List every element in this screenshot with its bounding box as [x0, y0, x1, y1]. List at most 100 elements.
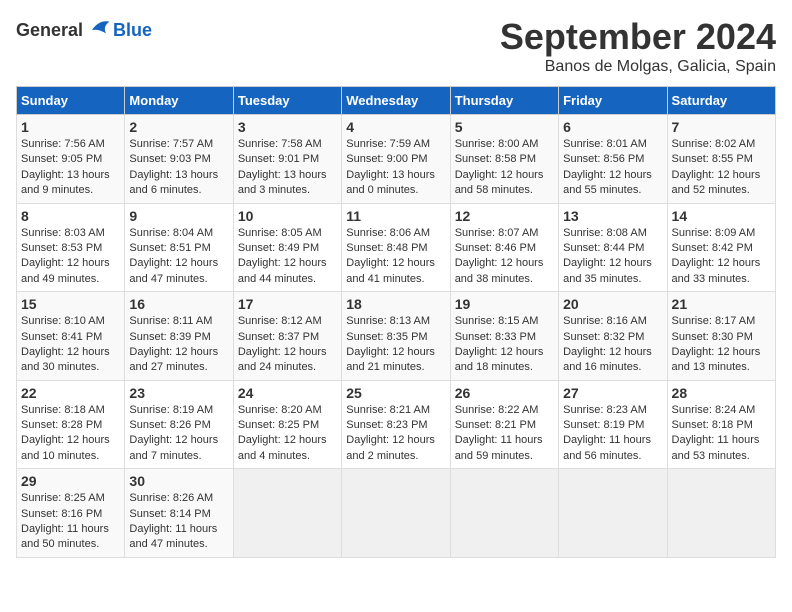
- table-row: 20 Sunrise: 8:16 AMSunset: 8:32 PMDaylig…: [559, 292, 667, 381]
- table-row: 18 Sunrise: 8:13 AMSunset: 8:35 PMDaylig…: [342, 292, 450, 381]
- table-row: 6 Sunrise: 8:01 AMSunset: 8:56 PMDayligh…: [559, 115, 667, 204]
- table-row: 27 Sunrise: 8:23 AMSunset: 8:19 PMDaylig…: [559, 380, 667, 469]
- day-info: Sunrise: 7:59 AMSunset: 9:00 PMDaylight:…: [346, 137, 445, 199]
- table-row: [342, 469, 450, 558]
- table-row: 22 Sunrise: 8:18 AMSunset: 8:28 PMDaylig…: [17, 380, 125, 469]
- day-info: Sunrise: 8:06 AMSunset: 8:48 PMDaylight:…: [346, 226, 445, 288]
- day-number: 5: [455, 119, 554, 135]
- day-info: Sunrise: 8:26 AMSunset: 8:14 PMDaylight:…: [129, 491, 228, 553]
- day-info: Sunrise: 8:11 AMSunset: 8:39 PMDaylight:…: [129, 314, 228, 376]
- day-info: Sunrise: 8:10 AMSunset: 8:41 PMDaylight:…: [21, 314, 120, 376]
- day-info: Sunrise: 8:03 AMSunset: 8:53 PMDaylight:…: [21, 226, 120, 288]
- table-row: 9 Sunrise: 8:04 AMSunset: 8:51 PMDayligh…: [125, 203, 233, 292]
- day-info: Sunrise: 8:19 AMSunset: 8:26 PMDaylight:…: [129, 403, 228, 465]
- day-number: 7: [672, 119, 771, 135]
- days-header-row: Sunday Monday Tuesday Wednesday Thursday…: [17, 87, 776, 115]
- table-row: 1 Sunrise: 7:56 AMSunset: 9:05 PMDayligh…: [17, 115, 125, 204]
- day-number: 20: [563, 296, 662, 312]
- day-number: 14: [672, 208, 771, 224]
- day-info: Sunrise: 8:20 AMSunset: 8:25 PMDaylight:…: [238, 403, 337, 465]
- day-number: 8: [21, 208, 120, 224]
- table-row: 3 Sunrise: 7:58 AMSunset: 9:01 PMDayligh…: [233, 115, 341, 204]
- day-info: Sunrise: 8:12 AMSunset: 8:37 PMDaylight:…: [238, 314, 337, 376]
- table-row: 15 Sunrise: 8:10 AMSunset: 8:41 PMDaylig…: [17, 292, 125, 381]
- day-number: 15: [21, 296, 120, 312]
- day-info: Sunrise: 8:13 AMSunset: 8:35 PMDaylight:…: [346, 314, 445, 376]
- day-number: 30: [129, 473, 228, 489]
- day-info: Sunrise: 8:18 AMSunset: 8:28 PMDaylight:…: [21, 403, 120, 465]
- table-row: 10 Sunrise: 8:05 AMSunset: 8:49 PMDaylig…: [233, 203, 341, 292]
- calendar-week-row: 15 Sunrise: 8:10 AMSunset: 8:41 PMDaylig…: [17, 292, 776, 381]
- header-thursday: Thursday: [450, 87, 558, 115]
- day-number: 12: [455, 208, 554, 224]
- calendar-week-row: 1 Sunrise: 7:56 AMSunset: 9:05 PMDayligh…: [17, 115, 776, 204]
- table-row: 24 Sunrise: 8:20 AMSunset: 8:25 PMDaylig…: [233, 380, 341, 469]
- table-row: [559, 469, 667, 558]
- table-row: 13 Sunrise: 8:08 AMSunset: 8:44 PMDaylig…: [559, 203, 667, 292]
- day-info: Sunrise: 8:21 AMSunset: 8:23 PMDaylight:…: [346, 403, 445, 465]
- day-info: Sunrise: 8:25 AMSunset: 8:16 PMDaylight:…: [21, 491, 120, 553]
- day-number: 28: [672, 385, 771, 401]
- header-wednesday: Wednesday: [342, 87, 450, 115]
- table-row: 26 Sunrise: 8:22 AMSunset: 8:21 PMDaylig…: [450, 380, 558, 469]
- table-row: 7 Sunrise: 8:02 AMSunset: 8:55 PMDayligh…: [667, 115, 775, 204]
- day-number: 13: [563, 208, 662, 224]
- day-info: Sunrise: 8:22 AMSunset: 8:21 PMDaylight:…: [455, 403, 554, 465]
- header-sunday: Sunday: [17, 87, 125, 115]
- location: Banos de Molgas, Galicia, Spain: [500, 58, 776, 76]
- table-row: 30 Sunrise: 8:26 AMSunset: 8:14 PMDaylig…: [125, 469, 233, 558]
- day-number: 16: [129, 296, 228, 312]
- table-row: 14 Sunrise: 8:09 AMSunset: 8:42 PMDaylig…: [667, 203, 775, 292]
- day-number: 10: [238, 208, 337, 224]
- header-monday: Monday: [125, 87, 233, 115]
- page-header: General Blue September 2024 Banos de Mol…: [16, 16, 776, 76]
- day-number: 6: [563, 119, 662, 135]
- table-row: 25 Sunrise: 8:21 AMSunset: 8:23 PMDaylig…: [342, 380, 450, 469]
- day-number: 26: [455, 385, 554, 401]
- table-row: 8 Sunrise: 8:03 AMSunset: 8:53 PMDayligh…: [17, 203, 125, 292]
- day-info: Sunrise: 8:24 AMSunset: 8:18 PMDaylight:…: [672, 403, 771, 465]
- logo-blue-text: Blue: [113, 20, 152, 41]
- day-number: 21: [672, 296, 771, 312]
- logo: General Blue: [16, 16, 152, 44]
- day-info: Sunrise: 7:56 AMSunset: 9:05 PMDaylight:…: [21, 137, 120, 199]
- day-number: 22: [21, 385, 120, 401]
- table-row: [450, 469, 558, 558]
- header-tuesday: Tuesday: [233, 87, 341, 115]
- day-info: Sunrise: 7:58 AMSunset: 9:01 PMDaylight:…: [238, 137, 337, 199]
- day-number: 4: [346, 119, 445, 135]
- day-number: 24: [238, 385, 337, 401]
- logo-bird-icon: [85, 16, 113, 44]
- day-info: Sunrise: 8:07 AMSunset: 8:46 PMDaylight:…: [455, 226, 554, 288]
- calendar-table: Sunday Monday Tuesday Wednesday Thursday…: [16, 86, 776, 558]
- day-info: Sunrise: 8:08 AMSunset: 8:44 PMDaylight:…: [563, 226, 662, 288]
- month-title: September 2024: [500, 16, 776, 58]
- day-number: 11: [346, 208, 445, 224]
- table-row: 12 Sunrise: 8:07 AMSunset: 8:46 PMDaylig…: [450, 203, 558, 292]
- table-row: 16 Sunrise: 8:11 AMSunset: 8:39 PMDaylig…: [125, 292, 233, 381]
- day-info: Sunrise: 8:15 AMSunset: 8:33 PMDaylight:…: [455, 314, 554, 376]
- day-info: Sunrise: 8:04 AMSunset: 8:51 PMDaylight:…: [129, 226, 228, 288]
- day-info: Sunrise: 8:02 AMSunset: 8:55 PMDaylight:…: [672, 137, 771, 199]
- table-row: 5 Sunrise: 8:00 AMSunset: 8:58 PMDayligh…: [450, 115, 558, 204]
- table-row: 2 Sunrise: 7:57 AMSunset: 9:03 PMDayligh…: [125, 115, 233, 204]
- table-row: 21 Sunrise: 8:17 AMSunset: 8:30 PMDaylig…: [667, 292, 775, 381]
- table-row: 23 Sunrise: 8:19 AMSunset: 8:26 PMDaylig…: [125, 380, 233, 469]
- day-number: 27: [563, 385, 662, 401]
- table-row: 17 Sunrise: 8:12 AMSunset: 8:37 PMDaylig…: [233, 292, 341, 381]
- table-row: 4 Sunrise: 7:59 AMSunset: 9:00 PMDayligh…: [342, 115, 450, 204]
- header-saturday: Saturday: [667, 87, 775, 115]
- day-number: 19: [455, 296, 554, 312]
- day-info: Sunrise: 8:05 AMSunset: 8:49 PMDaylight:…: [238, 226, 337, 288]
- day-number: 29: [21, 473, 120, 489]
- day-number: 3: [238, 119, 337, 135]
- calendar-week-row: 29 Sunrise: 8:25 AMSunset: 8:16 PMDaylig…: [17, 469, 776, 558]
- header-friday: Friday: [559, 87, 667, 115]
- day-info: Sunrise: 8:00 AMSunset: 8:58 PMDaylight:…: [455, 137, 554, 199]
- day-info: Sunrise: 8:09 AMSunset: 8:42 PMDaylight:…: [672, 226, 771, 288]
- day-info: Sunrise: 8:23 AMSunset: 8:19 PMDaylight:…: [563, 403, 662, 465]
- calendar-week-row: 22 Sunrise: 8:18 AMSunset: 8:28 PMDaylig…: [17, 380, 776, 469]
- day-info: Sunrise: 7:57 AMSunset: 9:03 PMDaylight:…: [129, 137, 228, 199]
- day-number: 2: [129, 119, 228, 135]
- title-block: September 2024 Banos de Molgas, Galicia,…: [500, 16, 776, 76]
